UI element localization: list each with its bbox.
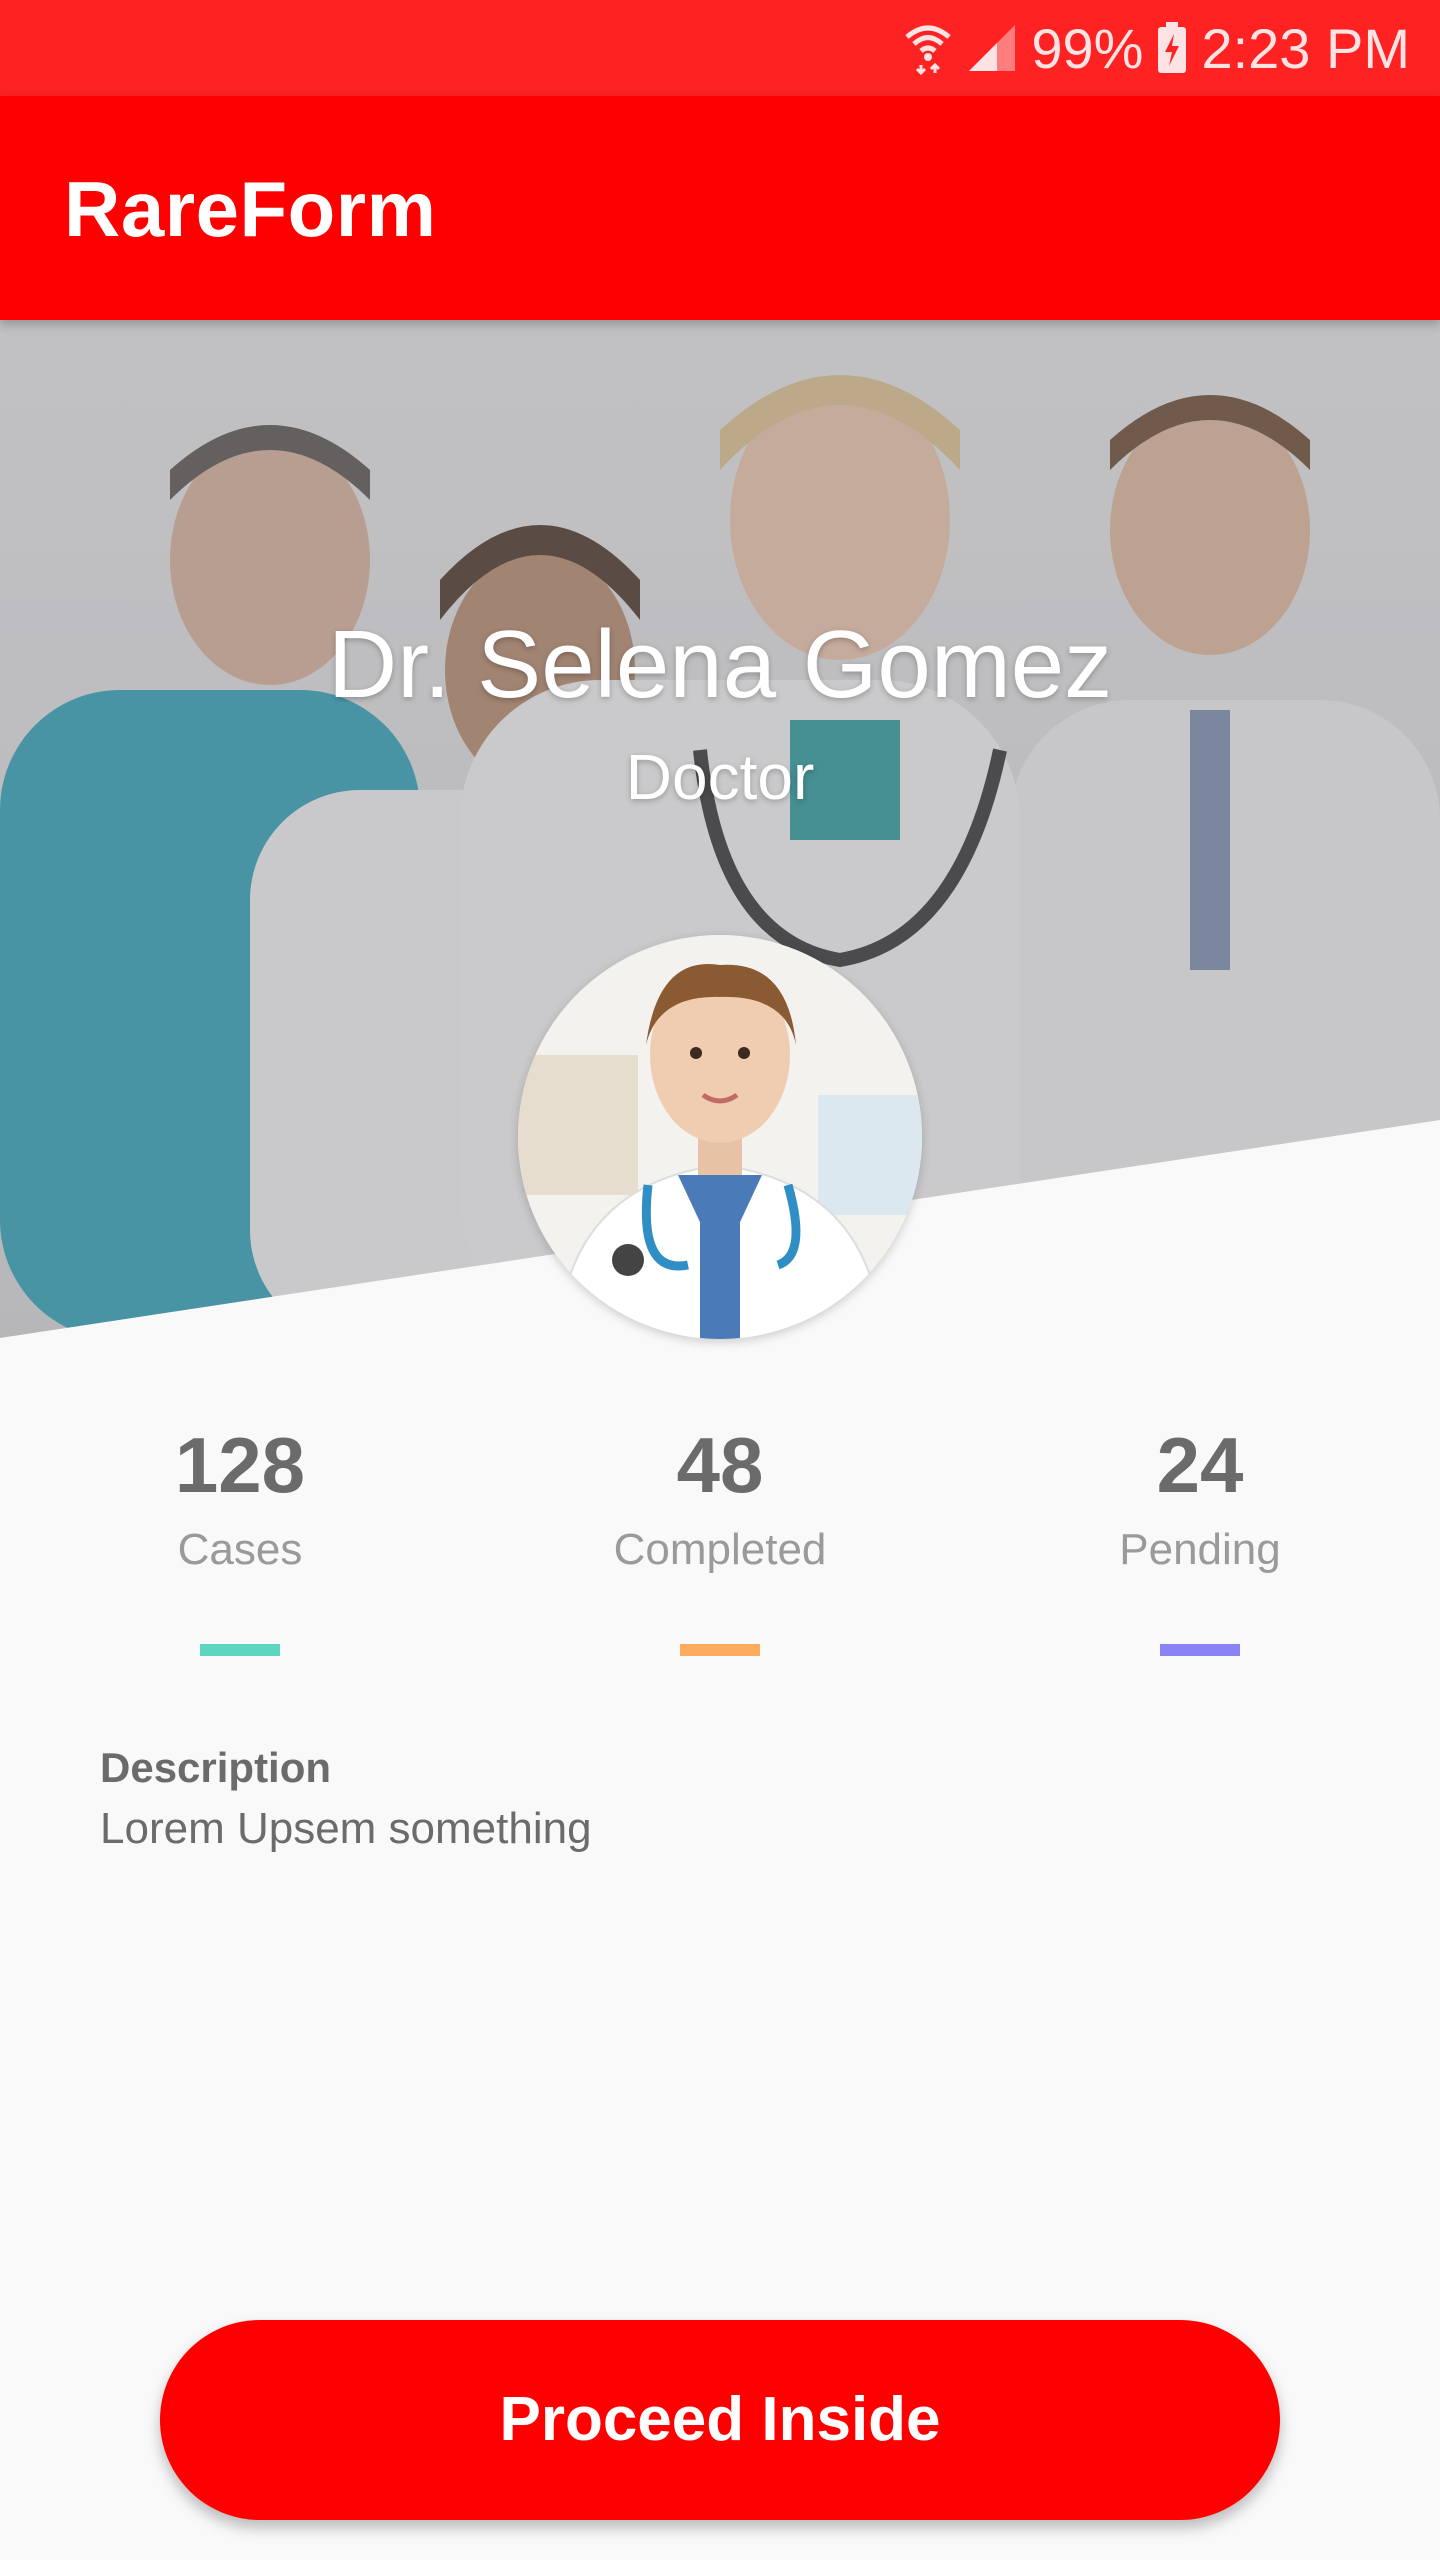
stat-cases-label: Cases <box>177 1525 303 1574</box>
app-title: RareForm <box>64 165 437 253</box>
clock: 2:23 PM <box>1201 16 1410 80</box>
stat-pending: 24 Pending <box>1000 1420 1400 1575</box>
stat-pending-value: 24 <box>1156 1421 1244 1509</box>
stat-cases-value: 128 <box>174 1421 306 1509</box>
proceed-inside-button[interactable]: Proceed Inside <box>160 2320 1280 2520</box>
stat-completed: 48 Completed <box>520 1420 920 1575</box>
doctor-name: Dr. Selena Gomez <box>327 611 1113 718</box>
stat-cases: 128 Cases <box>40 1420 440 1575</box>
signal-icon <box>967 23 1017 73</box>
avatar[interactable] <box>518 935 922 1339</box>
stat-completed-accent-bar <box>680 1644 760 1656</box>
stat-completed-label: Completed <box>613 1525 827 1574</box>
battery-level: 99% <box>1031 16 1144 80</box>
doctor-role: Doctor <box>625 741 815 813</box>
stat-completed-value: 48 <box>676 1421 764 1509</box>
profile-screen: 99% 2:23 PM RareForm Dr. Selena Gomez Do… <box>0 0 1440 2560</box>
description-text: Lorem Upsem something <box>100 1804 592 1853</box>
status-icons: 99% 2:23 PM <box>903 0 1410 96</box>
app-bar: RareForm <box>0 96 1440 320</box>
stat-cases-accent-bar <box>200 1644 280 1656</box>
stat-pending-label: Pending <box>1119 1525 1281 1574</box>
battery-charging-icon <box>1157 22 1187 74</box>
wifi-icon <box>903 21 953 75</box>
description-title: Description <box>100 1744 332 1791</box>
status-bar: 99% 2:23 PM <box>0 0 1440 96</box>
stat-pending-accent-bar <box>1160 1644 1240 1656</box>
doctor-portrait <box>518 935 922 1339</box>
